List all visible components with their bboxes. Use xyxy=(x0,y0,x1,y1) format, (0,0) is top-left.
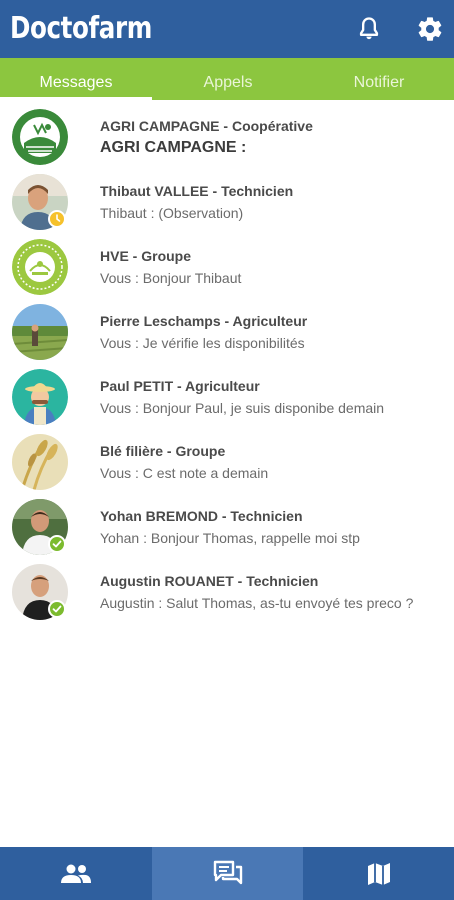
conversation-preview: Vous : Bonjour Thibaut xyxy=(100,270,242,286)
conversation-name: HVE - Groupe xyxy=(100,248,192,264)
tab-appels[interactable]: Appels xyxy=(152,58,304,100)
app-screen: Doctofarm Messages Appels Notifier AGRI … xyxy=(0,0,454,900)
conversation-name: Pierre Leschamps - Agriculteur xyxy=(100,313,308,329)
conversation-item-hve-groupe[interactable]: HVE - Groupe Vous : Bonjour Thibaut xyxy=(0,238,454,303)
verified-status-badge xyxy=(48,600,66,618)
nav-chat[interactable] xyxy=(152,847,303,900)
map-icon xyxy=(368,862,390,885)
conversation-name: AGRI CAMPAGNE - Coopérative xyxy=(100,118,313,134)
chat-icon xyxy=(213,860,242,884)
conversation-item-paul-petit[interactable]: Paul PETIT - Agriculteur Vous : Bonjour … xyxy=(0,368,454,433)
conversation-name: Yohan BREMOND - Technicien xyxy=(100,508,303,524)
farmer-illustration xyxy=(12,369,68,425)
conversation-name: Blé filière - Groupe xyxy=(100,443,226,459)
conversation-preview: Augustin : Salut Thomas, as-tu envoyé te… xyxy=(100,595,414,611)
conversation-preview: Vous : Bonjour Paul, je suis disponibe d… xyxy=(100,400,385,416)
conversation-item-augustin-rouanet[interactable]: Augustin ROUANET - Technicien Augustin :… xyxy=(0,563,454,628)
verified-status-badge xyxy=(48,535,66,553)
tab-notifier[interactable]: Notifier xyxy=(304,58,454,100)
conversation-preview: Thibaut : (Observation) xyxy=(100,205,244,221)
conversation-item-ble-filiere[interactable]: Blé filière - Groupe Vous : C est note a… xyxy=(0,433,454,498)
agri-campagne-logo xyxy=(12,109,68,165)
hve-logo xyxy=(12,239,68,295)
app-title: Doctofarm xyxy=(10,11,152,46)
gear-icon[interactable] xyxy=(416,15,444,43)
conversation-name: Thibaut VALLEE - Technicien xyxy=(100,183,294,199)
wheat-photo xyxy=(12,434,68,490)
conversation-preview: Yohan : Bonjour Thomas, rappelle moi stp xyxy=(100,530,360,546)
bell-icon[interactable] xyxy=(355,15,383,43)
field-photo xyxy=(12,304,68,360)
conversation-item-thibaut-vallee[interactable]: Thibaut VALLEE - Technicien Thibaut : (O… xyxy=(0,173,454,238)
conversation-name: Paul PETIT - Agriculteur xyxy=(100,378,260,394)
conversation-item-pierre-leschamps[interactable]: Pierre Leschamps - Agriculteur Vous : Je… xyxy=(0,303,454,368)
active-tab-indicator xyxy=(0,97,152,100)
pending-status-badge xyxy=(48,210,66,228)
contacts-icon xyxy=(60,864,91,883)
nav-map[interactable] xyxy=(304,847,454,900)
conversation-item-yohan-bremond[interactable]: Yohan BREMOND - Technicien Yohan : Bonjo… xyxy=(0,498,454,563)
tab-messages[interactable]: Messages xyxy=(0,58,152,100)
tab-bar: Messages Appels Notifier xyxy=(0,58,454,100)
conversation-preview: AGRI CAMPAGNE : xyxy=(100,139,247,156)
conversation-preview: Vous : Je vérifie les disponibilités xyxy=(100,335,305,351)
conversation-name: Augustin ROUANET - Technicien xyxy=(100,573,319,589)
bottom-navigation xyxy=(0,847,454,900)
nav-contacts[interactable] xyxy=(0,847,151,900)
top-app-bar: Doctofarm xyxy=(0,0,454,58)
conversation-preview: Vous : C est note a demain xyxy=(100,465,269,481)
conversation-item-agri-campagne[interactable]: AGRI CAMPAGNE - Coopérative AGRI CAMPAGN… xyxy=(0,108,454,173)
